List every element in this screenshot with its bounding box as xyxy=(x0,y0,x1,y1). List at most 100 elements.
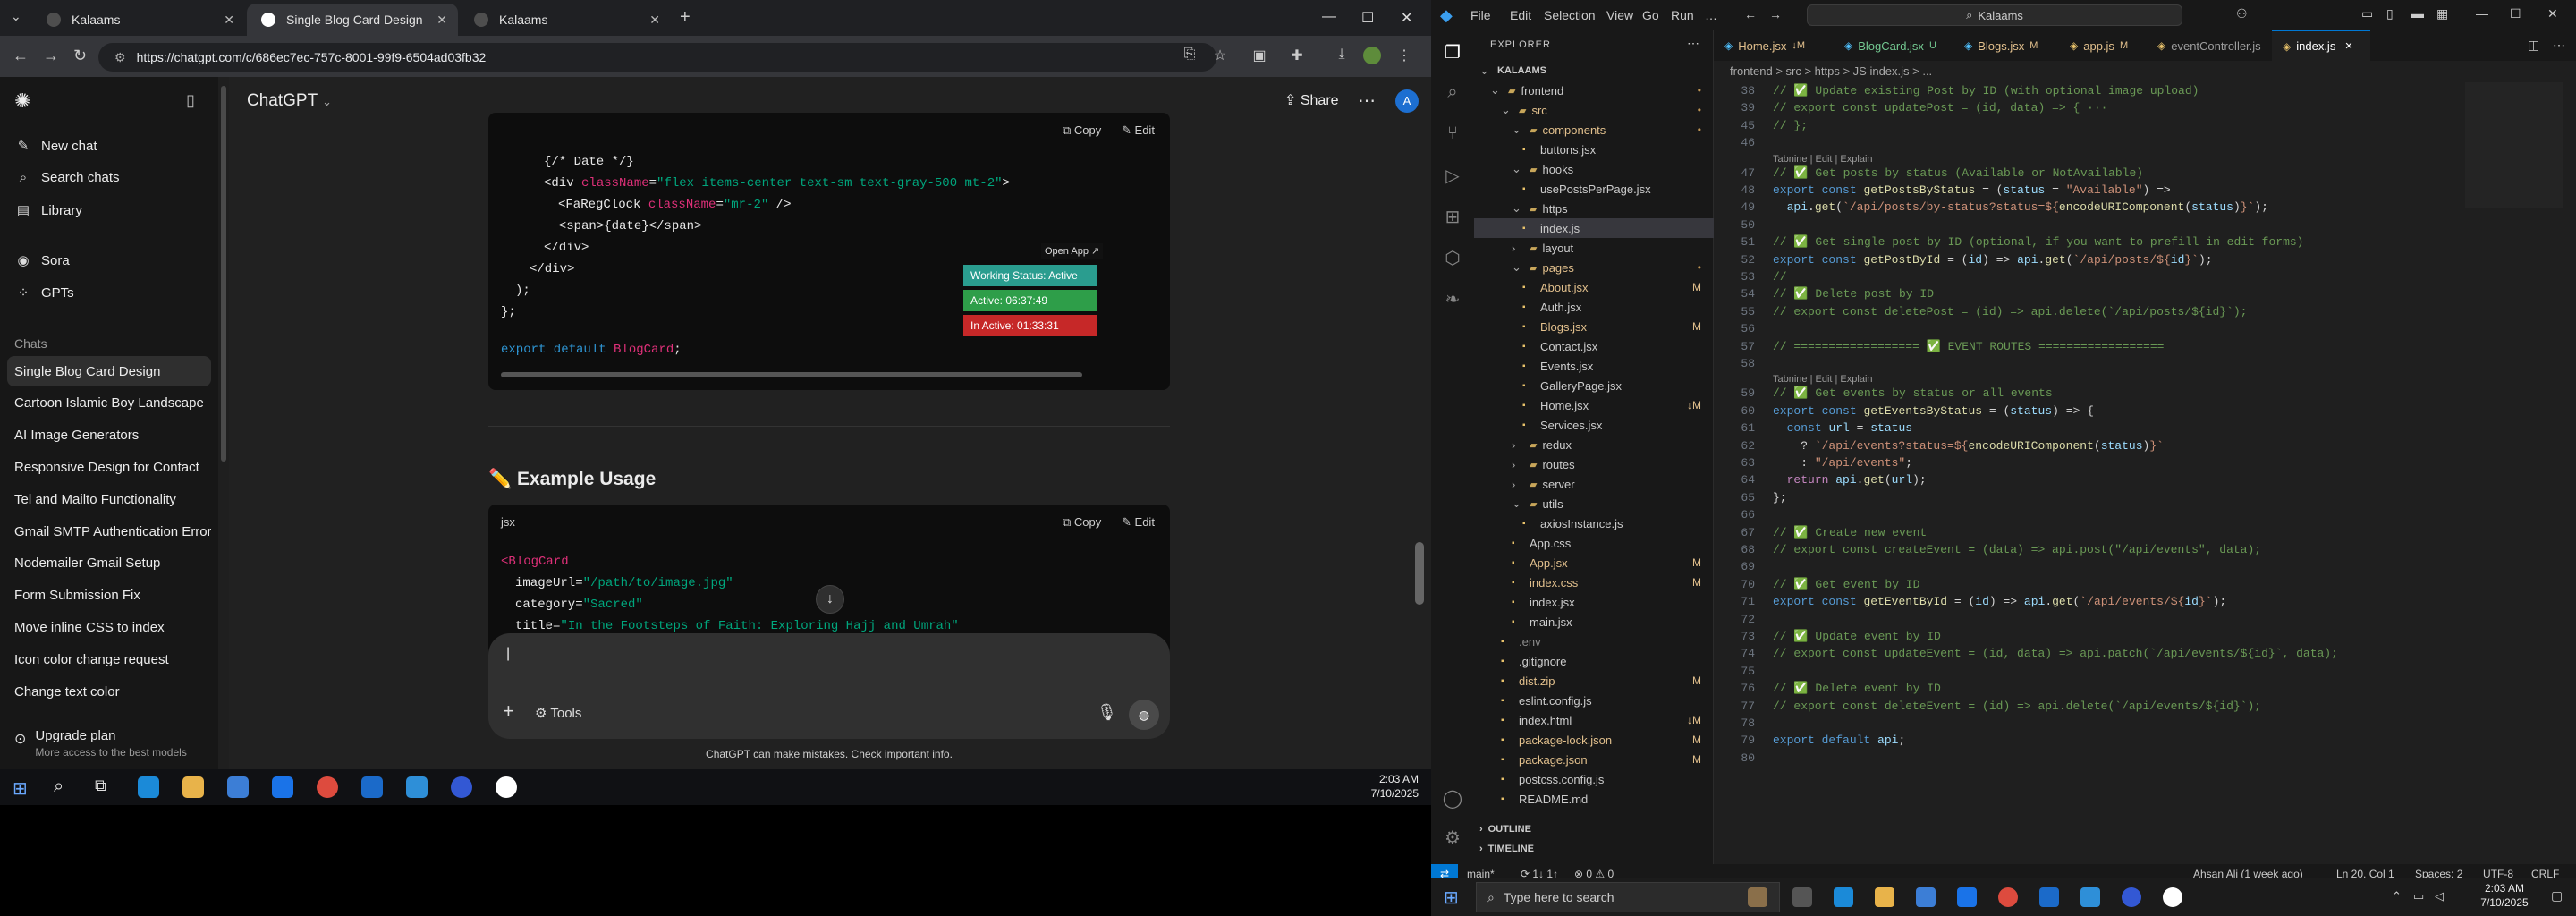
tree-folder[interactable]: ⌄ ▰ hooks xyxy=(1474,159,1714,179)
tree-folder[interactable]: › ▰ routes xyxy=(1474,454,1714,474)
copilot-icon[interactable]: ⚇ xyxy=(2236,6,2248,21)
voice-mode-icon[interactable]: ◍ xyxy=(1129,700,1159,730)
tree-file[interactable]: ▪ Blogs.jsx M xyxy=(1474,317,1714,336)
chat-history-item[interactable]: Single Blog Card Design xyxy=(7,356,211,386)
menu-item[interactable]: Selection xyxy=(1544,8,1596,22)
edit-code-button[interactable]: ✎ Edit xyxy=(1122,123,1155,138)
search-icon[interactable]: ⌕ xyxy=(1442,82,1463,104)
new-chat-button[interactable]: ✎ New chat xyxy=(14,138,97,155)
user-avatar[interactable]: A xyxy=(1395,89,1419,113)
tree-folder[interactable]: › ▰ layout xyxy=(1474,238,1714,258)
codelens[interactable]: Tabnine | Edit | Explain xyxy=(1773,154,1873,165)
vscode-icon[interactable] xyxy=(406,776,428,798)
chrome-icon[interactable] xyxy=(317,776,338,798)
devtools-icon[interactable] xyxy=(361,776,383,798)
share-button[interactable]: ⇪ Share xyxy=(1284,91,1339,109)
editor-tab[interactable]: ◈ Home.jsx ↓M xyxy=(1714,30,1834,61)
chat-history-item[interactable]: Tel and Mailto Functionality xyxy=(7,484,211,514)
new-tab-icon[interactable]: + xyxy=(680,7,691,28)
reload-icon[interactable]: ↻ xyxy=(73,47,87,65)
editor-tab[interactable]: ◈ eventController.js xyxy=(2147,30,2272,61)
close-window-icon[interactable]: ✕ xyxy=(1401,9,1412,27)
browser-tab-1[interactable]: Kalaams ✕ xyxy=(32,4,245,36)
menu-item[interactable]: File xyxy=(1470,8,1491,22)
remote-icon[interactable]: ⬡ xyxy=(1442,247,1463,268)
copy-code-button[interactable]: ⧉ Copy xyxy=(1063,123,1101,138)
scroll-down-icon[interactable]: ↓ xyxy=(816,585,844,614)
openai-logo-icon[interactable]: ✺ xyxy=(14,89,30,113)
forward-icon[interactable]: → xyxy=(43,47,59,65)
install-icon[interactable]: ⎘ xyxy=(1181,47,1199,64)
customize-layout-icon[interactable]: ▦ xyxy=(2436,6,2448,21)
editor-tab[interactable]: ◈ index.js ✕ xyxy=(2272,30,2370,61)
taskbar-search-box[interactable]: ⌕ Type here to search xyxy=(1476,882,1780,912)
tree-file[interactable]: ▪ index.js xyxy=(1474,218,1714,238)
sora-button[interactable]: ◉ Sora xyxy=(14,252,69,269)
outline-section[interactable]: › OUTLINE xyxy=(1474,819,1714,839)
tree-file[interactable]: ▪ main.jsx xyxy=(1474,612,1714,632)
outlook-icon[interactable] xyxy=(272,776,293,798)
browser-tab-2[interactable]: Single Blog Card Design ✕ xyxy=(247,4,458,36)
tree-file[interactable]: ▪ Home.jsx ↓M xyxy=(1474,395,1714,415)
tree-file[interactable]: ▪ App.css xyxy=(1474,533,1714,553)
layout-icon[interactable]: ▭ xyxy=(2361,6,2373,21)
close-icon[interactable]: ✕ xyxy=(2344,40,2352,52)
chat-history-item[interactable]: Move inline CSS to index xyxy=(7,612,211,642)
more-options-icon[interactable]: ⋯ xyxy=(1358,89,1376,112)
sidebar-scrollbar[interactable] xyxy=(218,77,229,805)
tree-folder[interactable]: ⌄ ▰ frontend • xyxy=(1474,81,1714,100)
chat-history-item[interactable]: AI Image Generators xyxy=(7,420,211,451)
upgrade-plan-button[interactable]: ⊙ Upgrade plan More access to the best m… xyxy=(14,728,187,759)
accounts-icon[interactable]: ◯ xyxy=(1442,787,1463,809)
menu-item[interactable]: Go xyxy=(1642,8,1659,22)
menu-item[interactable]: Run xyxy=(1671,8,1694,22)
codelens[interactable]: Tabnine | Edit | Explain xyxy=(1773,374,1873,385)
chat-history-item[interactable]: Responsive Design for Contact xyxy=(7,452,211,482)
timeline-section[interactable]: › TIMELINE xyxy=(1474,839,1714,859)
maximize-icon[interactable]: ☐ xyxy=(2510,6,2521,21)
menu-item[interactable]: Edit xyxy=(1510,8,1531,22)
edge-icon[interactable] xyxy=(1834,887,1853,907)
notifications-icon[interactable]: ▢ xyxy=(2551,888,2563,903)
split-editor-icon[interactable]: ◫ xyxy=(2528,38,2539,53)
library-button[interactable]: ▤ Library xyxy=(14,202,82,219)
chrome-menu-icon[interactable]: ⋮ xyxy=(1395,47,1413,64)
extension-icon[interactable]: ▣ xyxy=(1250,47,1268,64)
network-icon[interactable]: ▭ xyxy=(2413,889,2424,903)
close-icon[interactable]: ✕ xyxy=(649,13,660,28)
clock-left[interactable]: 2:03 AM 7/10/2025 xyxy=(1333,773,1419,800)
prompt-input[interactable]: | xyxy=(506,646,1150,682)
edge-icon[interactable] xyxy=(138,776,159,798)
more-actions-icon[interactable]: ⋯ xyxy=(2553,38,2565,53)
minimize-icon[interactable]: — xyxy=(2476,6,2488,21)
chat-scrollbar-thumb[interactable] xyxy=(1415,542,1424,605)
tree-folder[interactable]: ⌄ ▰ src • xyxy=(1474,100,1714,120)
tree-file[interactable]: ▪ Events.jsx xyxy=(1474,356,1714,376)
tree-file[interactable]: ▪ eslint.config.js xyxy=(1474,691,1714,710)
minimize-icon[interactable]: — xyxy=(1322,9,1336,25)
task-view-icon[interactable] xyxy=(1792,887,1812,907)
app-icon[interactable] xyxy=(496,776,517,798)
chat-history-item[interactable]: Gmail SMTP Authentication Error xyxy=(7,516,211,547)
model-selector[interactable]: ChatGPT ⌄ xyxy=(247,91,332,111)
profile-avatar[interactable] xyxy=(1363,47,1381,64)
toggle-sidebar-icon[interactable]: ▯ xyxy=(2386,6,2394,21)
tree-file[interactable]: ▪ index.css M xyxy=(1474,572,1714,592)
chat-history-item[interactable]: Nodemailer Gmail Setup xyxy=(7,548,211,579)
add-attachment-icon[interactable]: + xyxy=(503,700,514,723)
tree-file[interactable]: ▪ dist.zip M xyxy=(1474,671,1714,691)
tree-file[interactable]: ▪ buttons.jsx xyxy=(1474,140,1714,159)
bookmark-star-icon[interactable]: ☆ xyxy=(1211,47,1229,64)
tree-file[interactable]: ▪ index.jsx xyxy=(1474,592,1714,612)
close-icon[interactable]: ✕ xyxy=(224,13,234,28)
chat-history-item[interactable]: Change text color xyxy=(7,676,211,707)
tree-folder[interactable]: ⌄ ▰ components • xyxy=(1474,120,1714,140)
editor-tab[interactable]: ◈ app.js M xyxy=(2059,30,2147,61)
tree-folder[interactable]: › ▰ server xyxy=(1474,474,1714,494)
search-chats-button[interactable]: ⌕ Search chats xyxy=(14,170,120,185)
windows-start-icon[interactable]: ⊞ xyxy=(13,777,28,800)
browser-tab-3[interactable]: Kalaams ✕ xyxy=(460,4,671,36)
site-info-icon[interactable]: ⚙ xyxy=(114,50,126,65)
gpts-button[interactable]: ⁘ GPTs xyxy=(14,284,74,301)
tree-file[interactable]: ▪ Services.jsx xyxy=(1474,415,1714,435)
